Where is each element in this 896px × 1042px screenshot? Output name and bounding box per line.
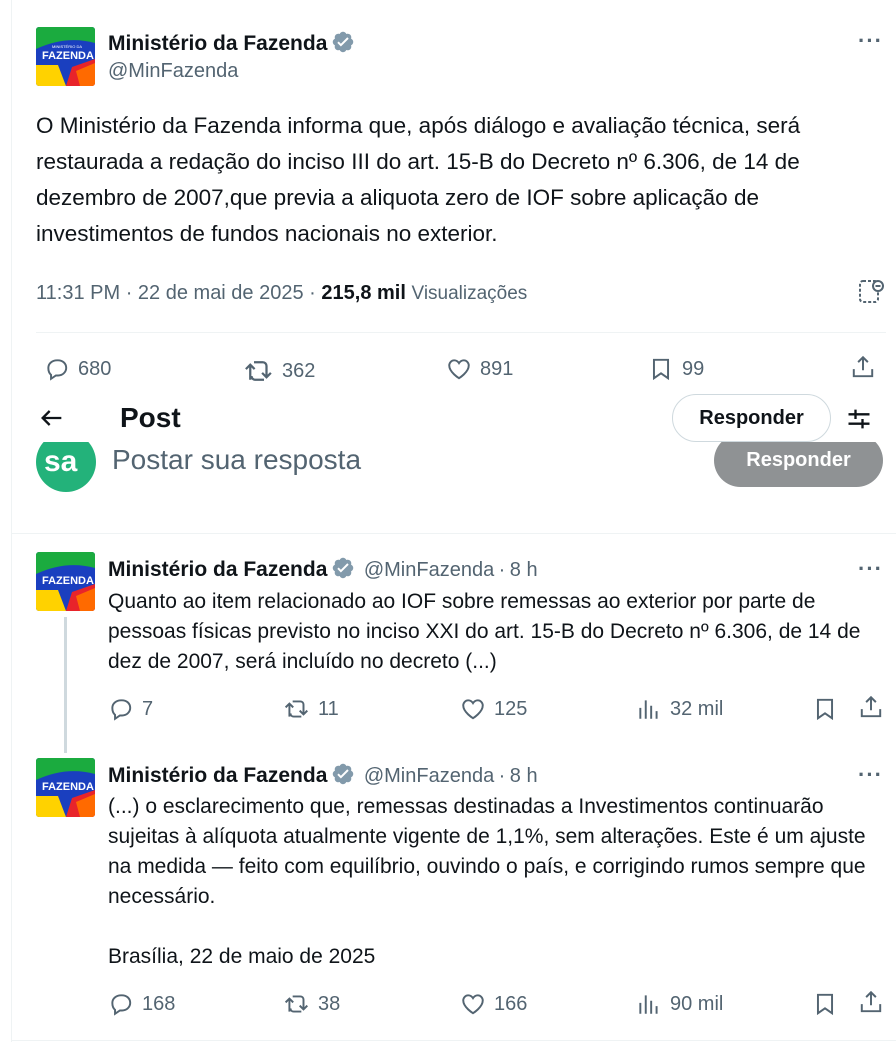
views-icon <box>636 696 662 722</box>
views-icon <box>636 991 662 1017</box>
retweet-count: 38 <box>318 992 341 1015</box>
divider <box>12 1040 896 1041</box>
views-count: 90 mil <box>670 992 724 1015</box>
share-button[interactable] <box>858 694 884 720</box>
main-time[interactable]: 11:31 PM <box>36 282 120 304</box>
filter-icon[interactable] <box>845 405 873 433</box>
retweet-button[interactable]: 11 <box>284 696 339 722</box>
views-button[interactable]: 90 mil <box>636 991 723 1017</box>
verified-badge-icon <box>331 762 355 786</box>
thread-line <box>64 617 67 753</box>
bookmark-icon <box>812 696 838 722</box>
main-avatar[interactable]: MINISTÉRIO DA FAZENDA <box>36 27 95 86</box>
main-tweet-text: O Ministério da Fazenda informa que, apó… <box>36 113 807 246</box>
meta-separator: · <box>309 282 316 304</box>
logo-big-text: FAZENDA <box>42 50 94 62</box>
verified-badge-icon <box>331 556 355 580</box>
reply-text: (...) o esclarecimento que, remessas des… <box>108 795 866 968</box>
reply-button[interactable]: 680 <box>44 356 111 382</box>
like-button[interactable]: 166 <box>460 991 527 1017</box>
reply-handle[interactable]: @MinFazenda <box>364 765 494 787</box>
retweet-button[interactable]: 38 <box>284 991 340 1017</box>
share-icon <box>850 354 876 380</box>
header-respond-button[interactable]: Responder <box>672 394 831 442</box>
back-arrow-icon[interactable] <box>38 404 66 432</box>
verified-badge-icon <box>331 30 355 54</box>
like-button[interactable]: 125 <box>460 696 527 722</box>
main-author-name[interactable]: Ministério da Fazenda <box>108 32 327 55</box>
reply-avatar[interactable]: FAZENDA <box>36 758 95 817</box>
reply-count: 7 <box>142 697 154 720</box>
reply-avatar[interactable]: FAZENDA <box>36 552 95 611</box>
share-icon <box>858 989 884 1015</box>
reply-time[interactable]: 8 h <box>510 559 538 581</box>
divider <box>12 533 896 534</box>
logo-small-text: MINISTÉRIO DA <box>52 44 83 49</box>
share-icon <box>858 694 884 720</box>
separator: · <box>498 559 506 581</box>
reply-author-name[interactable]: Ministério da Fazenda <box>108 764 327 787</box>
reply-header: Ministério da Fazenda @MinFazenda · 8 h <box>108 556 538 582</box>
page-title: Post <box>120 402 181 433</box>
grok-icon[interactable] <box>858 278 886 306</box>
reply-count: 168 <box>142 992 176 1015</box>
views-count: 215,8 mil <box>321 282 406 304</box>
main-date[interactable]: 22 de mai de 2025 <box>138 282 304 304</box>
like-icon <box>446 356 472 382</box>
separator: · <box>498 765 506 787</box>
retweet-icon <box>284 991 310 1017</box>
bookmark-count: 99 <box>682 357 705 380</box>
bookmark-icon <box>812 991 838 1017</box>
share-button[interactable] <box>850 354 876 380</box>
reply-composer-input[interactable]: Postar sua resposta <box>112 444 361 476</box>
more-icon[interactable]: ··· <box>858 762 883 788</box>
more-icon[interactable]: ··· <box>858 28 883 54</box>
main-meta: 11:31 PM · 22 de mai de 2025 · 215,8 mil… <box>36 282 527 305</box>
meta-separator: · <box>125 282 133 304</box>
views-count: 32 mil <box>670 697 724 720</box>
bookmark-icon <box>648 356 674 382</box>
main-handle[interactable]: @MinFazenda <box>108 60 238 83</box>
more-icon[interactable]: ··· <box>858 556 883 582</box>
reply-icon <box>108 696 134 722</box>
bookmark-button[interactable] <box>812 991 838 1017</box>
retweet-count: 11 <box>318 697 339 720</box>
retweet-icon <box>284 696 310 722</box>
views-button[interactable]: 32 mil <box>636 696 723 722</box>
like-count: 891 <box>480 357 514 380</box>
reply-button[interactable]: 7 <box>108 696 153 722</box>
reply-icon <box>108 991 134 1017</box>
like-icon <box>460 991 486 1017</box>
bookmark-button[interactable]: 99 <box>648 356 704 382</box>
share-button[interactable] <box>858 989 884 1015</box>
retweet-icon <box>244 356 274 386</box>
reply-count: 680 <box>78 357 112 380</box>
like-button[interactable]: 891 <box>446 356 513 382</box>
views-label: Visualizações <box>411 283 528 304</box>
logo-big-text: FAZENDA <box>42 575 94 587</box>
reply-time[interactable]: 8 h <box>510 765 538 787</box>
logo-big-text: FAZENDA <box>42 781 94 793</box>
bookmark-button[interactable] <box>812 696 838 722</box>
retweet-button[interactable]: 362 <box>244 356 315 386</box>
reply-handle[interactable]: @MinFazenda <box>364 559 494 581</box>
retweet-count: 362 <box>282 359 316 382</box>
divider <box>36 332 886 333</box>
like-count: 125 <box>494 697 528 720</box>
main-author-row: Ministério da Fazenda <box>108 30 355 56</box>
like-icon <box>460 696 486 722</box>
like-count: 166 <box>494 992 528 1015</box>
reply-header: Ministério da Fazenda @MinFazenda · 8 h <box>108 762 538 788</box>
reply-author-name[interactable]: Ministério da Fazenda <box>108 558 327 581</box>
reply-button[interactable]: 168 <box>108 991 175 1017</box>
reply-text: Quanto ao item relacionado ao IOF sobre … <box>108 590 867 673</box>
user-avatar-initials: sa <box>44 445 78 478</box>
reply-icon <box>44 356 70 382</box>
